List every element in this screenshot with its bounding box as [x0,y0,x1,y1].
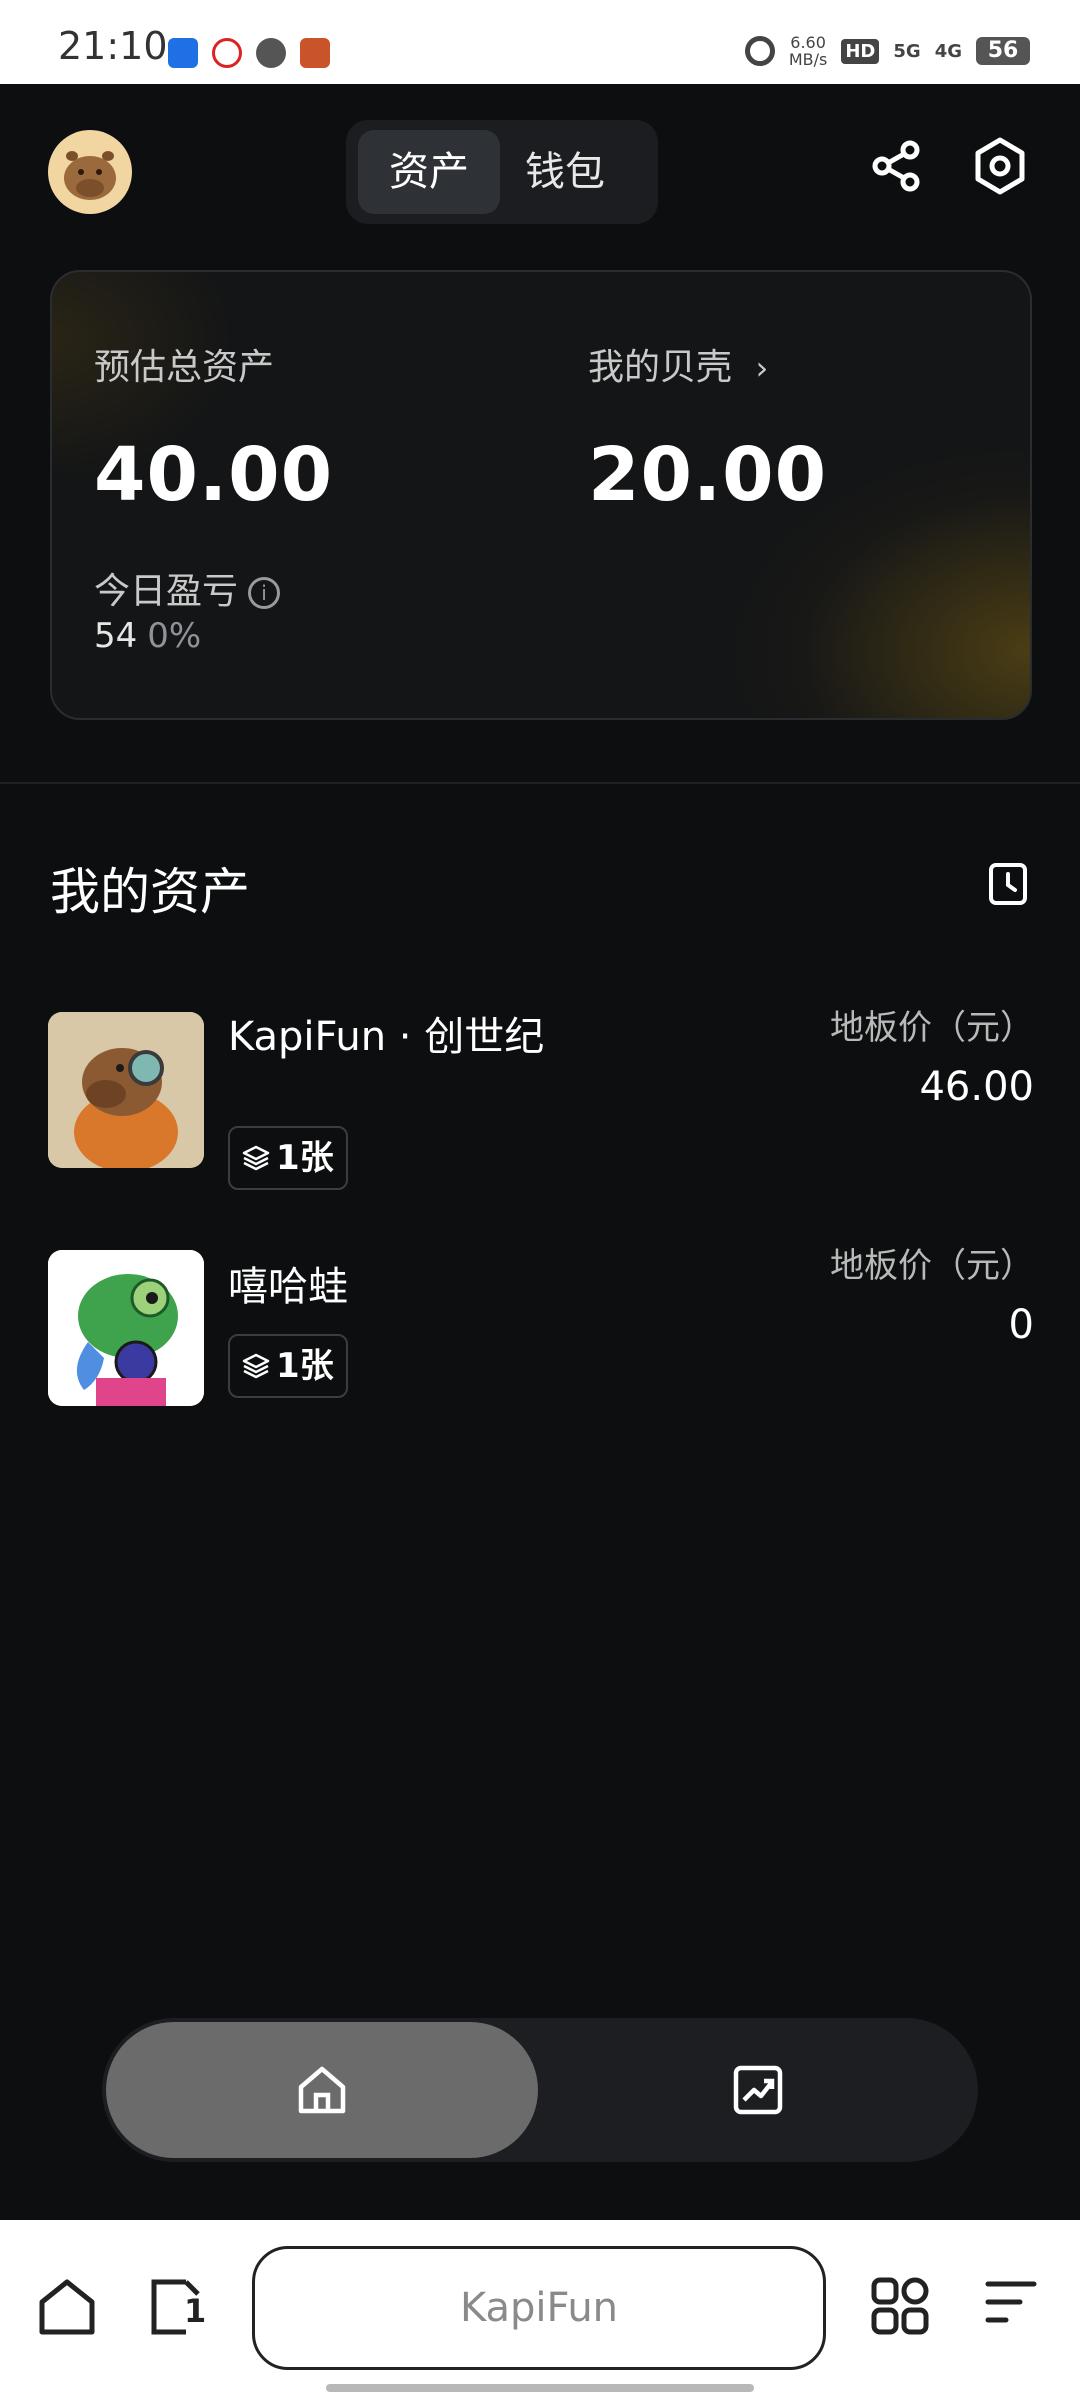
asset-name: KapiFun · 创世纪 [228,1014,545,1060]
home-icon [39,2279,95,2335]
app-notification-icon [212,38,242,68]
home-indicator[interactable] [326,2384,754,2392]
signal-5g-icon: 5G [893,40,921,62]
count-value: 1张 [276,1138,334,1178]
list-item[interactable]: KapiFun · 创世纪 1张 地板价（元） 46.00 [48,1008,1034,1190]
notification-icons [168,38,330,68]
floor-price-value: 0 [1008,1302,1034,1348]
net-speed: 6.60 MB/s [789,34,828,68]
browser-home-button[interactable] [36,2276,98,2342]
signal-4g-icon: 4G [934,40,962,62]
count-badge: 1张 [228,1126,348,1190]
chevron-right-icon: › [755,349,769,387]
nft-thumbnail [48,1012,204,1168]
gear-icon[interactable] [970,136,1030,196]
net-speed-unit: MB/s [788,50,828,69]
tab-wallet[interactable]: 钱包 [494,130,636,214]
history-icon[interactable] [988,862,1028,906]
tab-assets[interactable]: 资产 [358,130,500,214]
count-badge: 1张 [228,1334,348,1398]
my-shells-value: 20.00 [588,432,828,518]
today-pnl-row: 今日盈亏 i [94,562,281,614]
info-icon[interactable]: i [248,577,281,609]
tab-home[interactable] [106,2022,538,2158]
capybara-avatar-icon [64,151,116,200]
grid-icon [871,2277,929,2335]
today-pnl-label: 今日盈亏 [94,571,239,612]
net-speed-value: 6.60 [790,33,826,52]
floor-price-label: 地板价（元） [830,1008,1034,1048]
nft-thumbnail [48,1250,204,1406]
total-assets-value: 40.00 [94,432,334,518]
share-icon[interactable] [866,136,926,196]
browser-apps-button[interactable] [870,2276,930,2340]
section-title: 我的资产 [50,863,250,921]
browser-tabs-button[interactable]: 1 [146,2276,210,2342]
asset-name: 嘻哈蛙 [228,1264,348,1310]
chat-icon [256,38,286,68]
alarm-icon [744,36,775,66]
menu-icon [985,2281,1037,2323]
frog-nft-icon [48,1250,204,1406]
app-notification-icon [168,38,198,68]
asset-wallet-switch: 资产 钱包 [346,120,658,224]
hd-icon: HD [841,38,880,64]
asset-summary-card: 预估总资产 40.00 我的贝壳 › 20.00 今日盈亏 i 54 0% [50,270,1032,720]
battery-icon: 56 [976,37,1030,65]
today-pnl-percent: 0% [147,616,202,656]
trend-chart-icon [733,2065,783,2115]
my-shells-label: 我的贝壳 [588,347,733,388]
capybara-nft-icon [48,1012,204,1168]
total-assets-label: 预估总资产 [94,347,275,388]
browser-menu-button[interactable] [984,2276,1038,2334]
list-item[interactable]: 嘻哈蛙 1张 地板价（元） 0 [48,1246,1034,1410]
browser-toolbar: 1 KapiFun [0,2220,1080,2400]
floor-price-label: 地板价（元） [830,1246,1034,1286]
avatar[interactable] [48,130,132,214]
tab-market[interactable] [542,2022,974,2158]
home-icon [298,2066,346,2114]
bottom-tab-bar [102,2018,978,2162]
today-pnl-values: 54 0% [94,616,201,656]
layers-icon [242,1145,270,1171]
today-pnl-value: 54 [94,616,138,656]
layers-icon [242,1353,270,1379]
address-bar[interactable]: KapiFun [252,2246,826,2370]
status-indicators: 6.60 MB/s HD 5G 4G 56 [744,34,1030,68]
my-shells-link[interactable]: 我的贝壳 › [588,338,768,390]
status-time: 21:10 [58,24,168,68]
status-bar: 21:10 6.60 MB/s HD 5G 4G 56 [0,0,1080,84]
floor-price-value: 46.00 [919,1064,1034,1110]
tab-count: 1 [184,2292,207,2330]
count-value: 1张 [276,1346,334,1386]
game-notification-icon [300,38,330,68]
divider [0,782,1080,784]
